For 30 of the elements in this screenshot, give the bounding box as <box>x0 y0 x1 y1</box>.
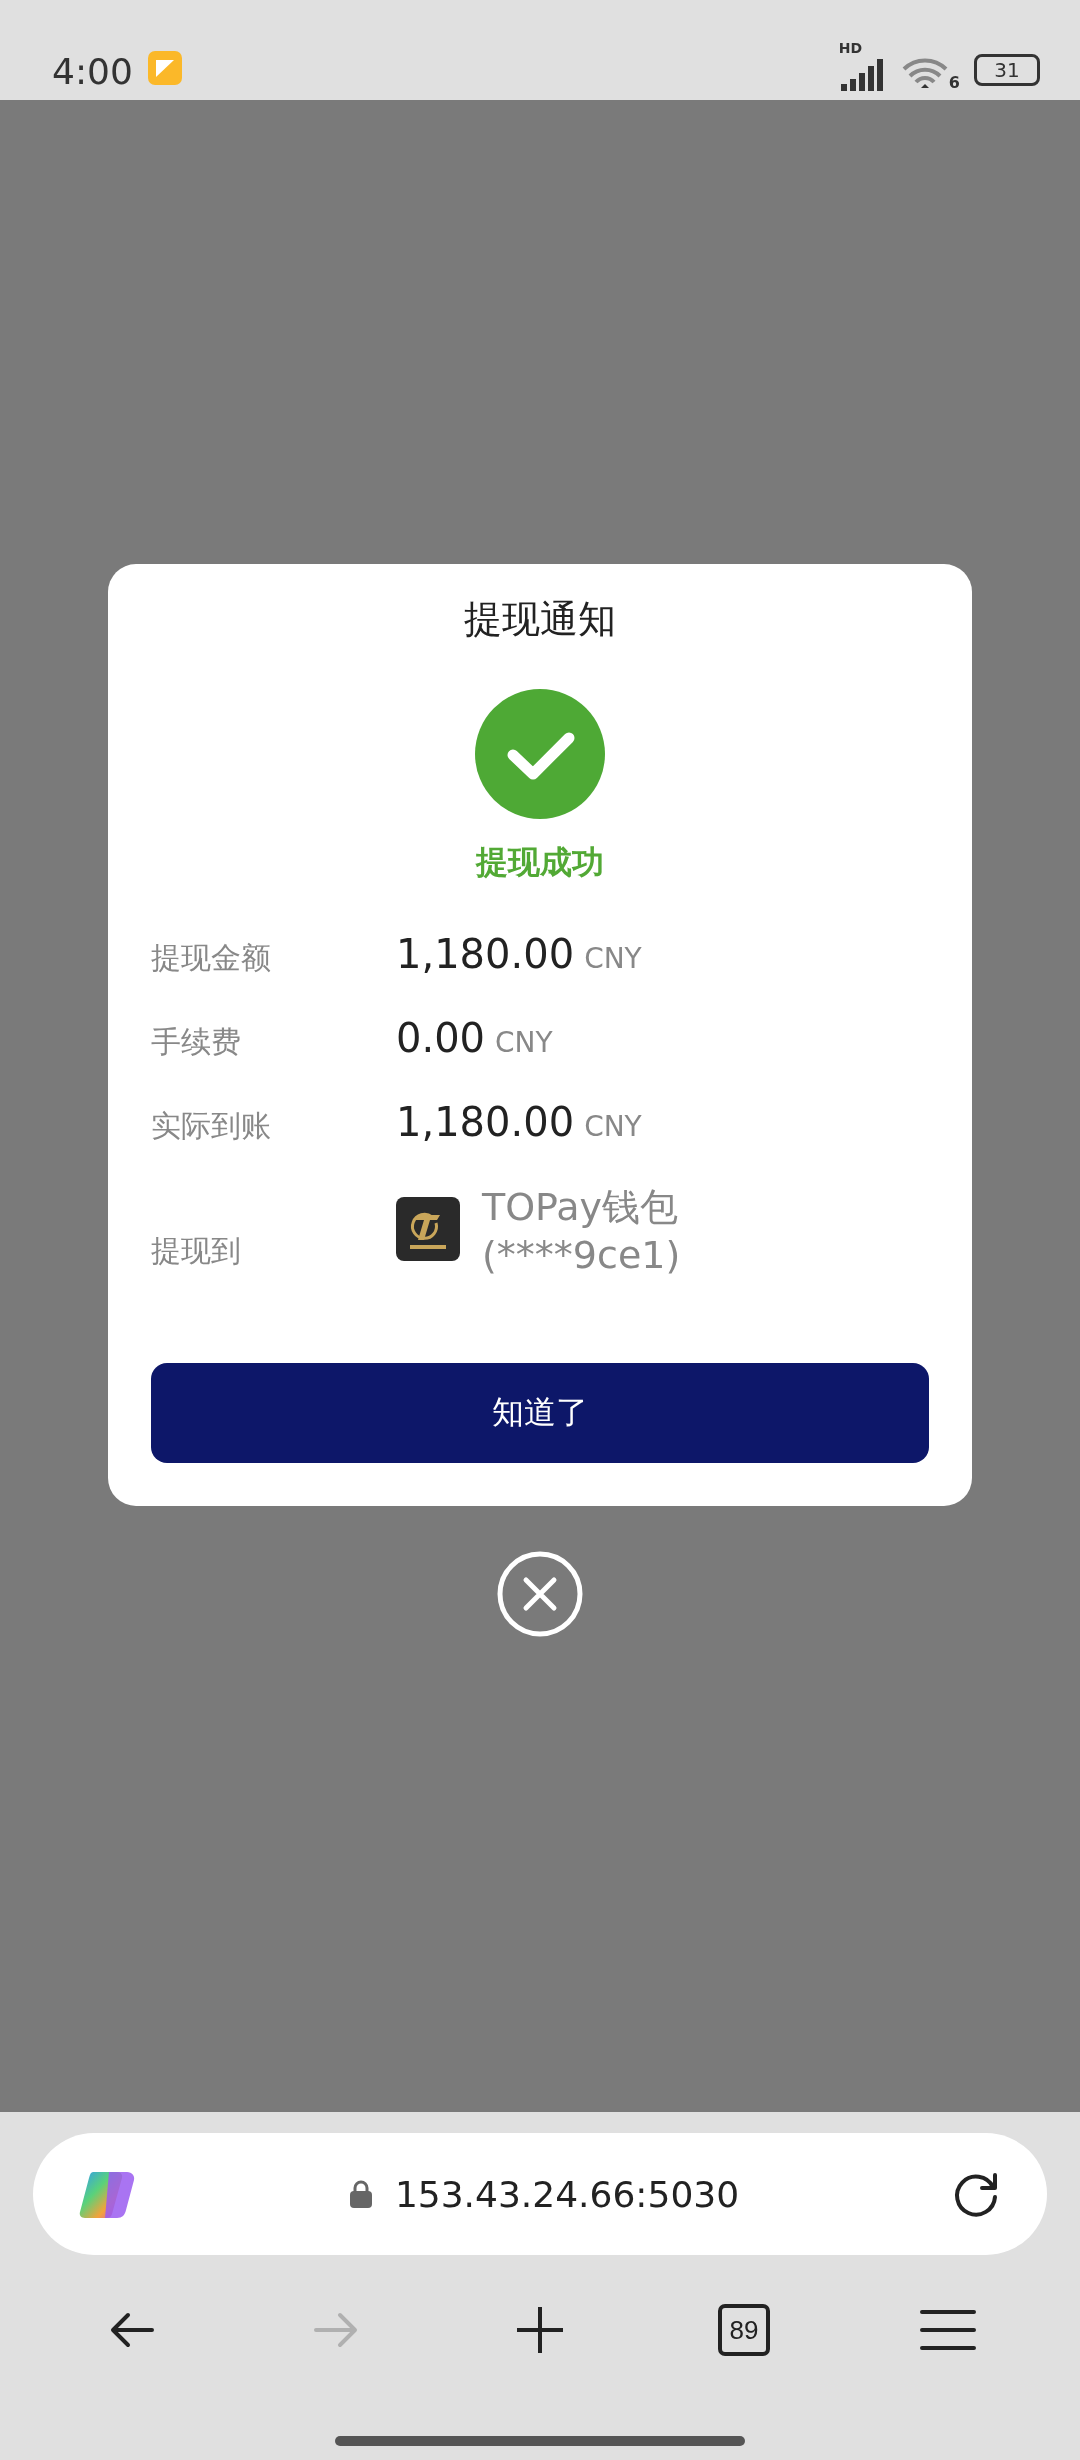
wallet-account: (****9ce1) <box>482 1232 681 1279</box>
menu-icon <box>920 2309 976 2351</box>
network-type: HD <box>838 40 863 56</box>
forward-arrow-icon <box>312 2310 360 2350</box>
wallet-name: TOPay钱包 <box>482 1184 680 1231</box>
notes-icon <box>146 50 183 86</box>
dialog-title: 提现通知 <box>463 596 617 643</box>
wallet-logo-icon <box>396 1197 460 1261</box>
field-label: 实际到账 <box>151 1107 272 1145</box>
back-arrow-icon <box>108 2310 156 2350</box>
field-label: 提现到 <box>151 1232 242 1270</box>
address-bar[interactable]: 153.43.24.66:5030 <box>33 2133 1047 2255</box>
battery-level: 31 <box>974 54 1040 86</box>
amount-value: 1,180.00 <box>396 931 575 977</box>
confirm-button[interactable]: 知道了 <box>151 1363 929 1463</box>
amount-value: 1,180.00 <box>396 1099 575 1145</box>
currency-label: CNY <box>584 1110 642 1143</box>
close-icon[interactable] <box>496 1550 584 1638</box>
field-label: 手续费 <box>151 1023 242 1061</box>
clock: 4:00 <box>52 51 133 92</box>
success-message: 提现成功 <box>474 842 605 883</box>
currency-label: CNY <box>584 942 642 975</box>
field-label: 提现金额 <box>151 939 272 977</box>
plus-icon <box>515 2305 565 2355</box>
url-text: 153.43.24.66:5030 <box>394 2173 740 2215</box>
wifi-label: 6 <box>948 73 960 92</box>
lock-icon <box>348 2179 373 2209</box>
currency-label: CNY <box>495 1026 553 1059</box>
success-check-icon <box>475 689 605 819</box>
amount-value: 0.00 <box>396 1015 486 1061</box>
